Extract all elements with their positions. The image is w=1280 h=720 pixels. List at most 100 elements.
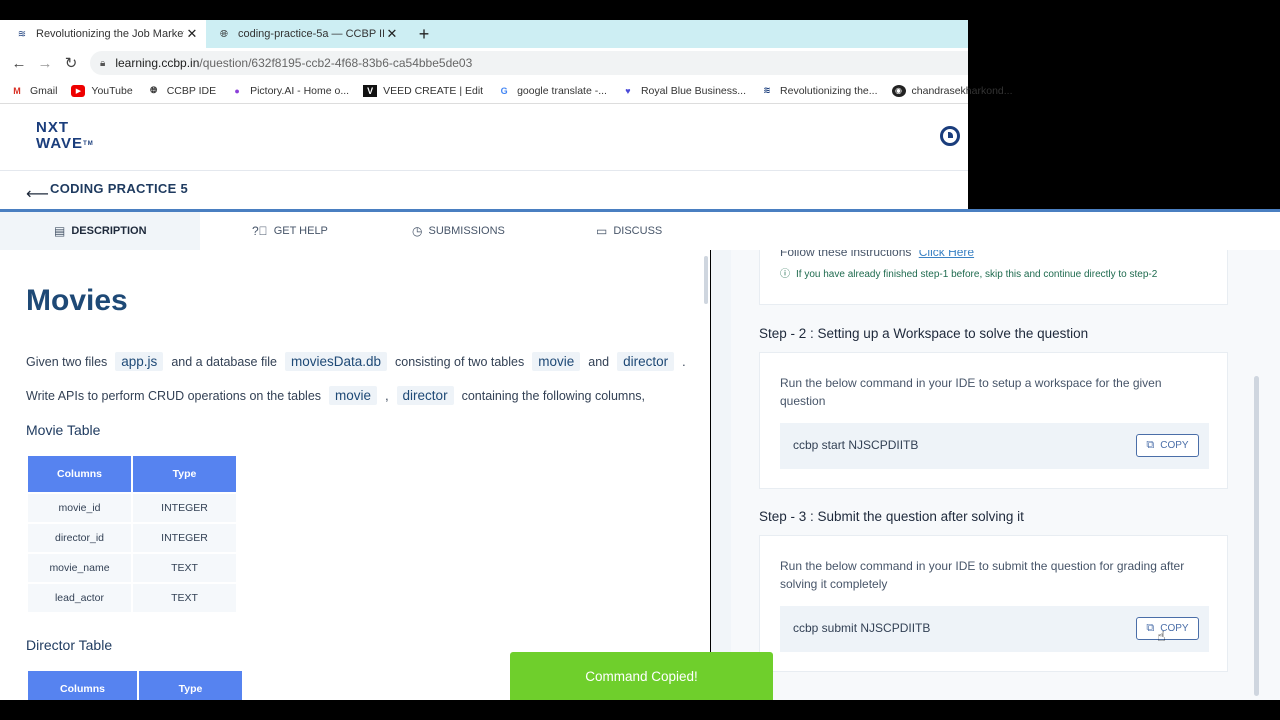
bookmark-ccbp-ide[interactable]: 🌐︎ CCBP IDE — [147, 85, 216, 97]
description-paragraph-1: Given two files app.js and a database fi… — [26, 352, 686, 371]
copy-button[interactable]: ⧉ COPY — [1136, 434, 1199, 457]
problem-title: Movies — [26, 284, 128, 317]
close-tab-icon[interactable]: ✕ — [184, 26, 200, 42]
shield-icon: ♥ — [625, 85, 631, 96]
step2-command: ccbp start NJSCPDIITB — [793, 438, 919, 452]
reload-icon[interactable]: ↻ — [58, 54, 84, 72]
step3-command-box: ccbp submit NJSCPDIITB ⧉ COPY — [780, 606, 1209, 652]
tab-label: DISCUSS — [613, 225, 663, 237]
globe-icon: 🌐︎ — [150, 85, 158, 95]
description-icon: ▤ — [54, 224, 66, 238]
clock-icon: ◷ — [412, 224, 423, 238]
url-field[interactable]: 🔒︎ learning.ccbp.in /question/632f8195-c… — [90, 51, 968, 75]
description-paragraph-2: Write APIs to perform CRUD operations on… — [26, 386, 645, 405]
table-row: movie_id INTEGER — [28, 494, 236, 522]
table-header: Type — [139, 671, 242, 700]
text: and a database file — [171, 354, 277, 369]
github-icon: ◉ — [891, 84, 906, 97]
bookmark-github[interactable]: ◉ chandrasekharkond... — [891, 84, 1013, 97]
table-cell: director_id — [28, 524, 131, 552]
tab-description[interactable]: ▤ DESCRIPTION — [0, 212, 200, 250]
follow-instructions: Follow these instructions Click Here — [780, 250, 974, 261]
bookmark-veed[interactable]: V VEED CREATE | Edit — [363, 84, 483, 97]
url-path: /question/632f8195-ccb2-4f68-83b6-ca54bb… — [199, 56, 473, 70]
text: and — [588, 354, 610, 369]
bookmark-youtube[interactable]: ▶ YouTube — [71, 84, 133, 97]
problem-tabs: ▤ DESCRIPTION ?⃝ GET HELP ◷ SUBMISSIONS … — [0, 212, 1280, 250]
practice-title: CODING PRACTICE 5 — [50, 181, 189, 196]
tab-discuss[interactable]: ▭ DISCUSS — [596, 212, 662, 250]
text: , — [385, 388, 389, 403]
description-pane: Movies Given two files app.js and a data… — [0, 250, 710, 700]
step2-description: Run the below command in your IDE to set… — [780, 376, 1162, 408]
table-row: director_id INTEGER — [28, 524, 236, 552]
copy-label: COPY — [1160, 440, 1189, 451]
help-icon: ?⃝ — [252, 224, 268, 238]
director-table: Columns Type — [26, 669, 244, 700]
bookmark-royal-blue[interactable]: ♥ Royal Blue Business... — [621, 85, 746, 97]
chat-icon: ▭ — [596, 224, 608, 238]
bookmark-label: Revolutionizing the... — [780, 84, 878, 97]
note: ⓘ If you have already finished step-1 bef… — [780, 266, 1157, 284]
nxtwave-logo[interactable]: NXT WAVETM — [36, 120, 94, 152]
movie-table: Columns Type movie_id INTEGER director_i… — [26, 454, 238, 614]
left-scrollbar[interactable] — [704, 256, 708, 304]
back-icon[interactable]: ← — [6, 55, 32, 72]
tab-strip: ≋ Revolutionizing the Job Market | ✕ 🌐︎ … — [0, 20, 968, 48]
tab-label: SUBMISSIONS — [428, 225, 505, 237]
tab-get-help[interactable]: ?⃝ GET HELP — [252, 212, 328, 250]
bookmark-label: Pictory.AI - Home o... — [250, 84, 350, 97]
forward-icon[interactable]: → — [32, 55, 58, 72]
text: consisting of two tables — [395, 354, 525, 369]
text: containing the following columns, — [461, 388, 646, 403]
right-scrollbar[interactable] — [1254, 376, 1259, 696]
inline-code: movie — [532, 352, 581, 371]
table-row: lead_actor TEXT — [28, 584, 236, 612]
timer-icon[interactable] — [940, 126, 960, 146]
table-row: movie_name TEXT — [28, 554, 236, 582]
bookmark-revolutionizing[interactable]: ≋ Revolutionizing the... — [760, 85, 877, 97]
browser-tab-inactive[interactable]: 🌐︎ coding-practice-5a — CCBP IDE ✕ — [208, 20, 406, 48]
youtube-icon: ▶ — [71, 84, 86, 97]
table-cell: TEXT — [133, 554, 236, 582]
logo-line2: WAVE — [36, 135, 84, 152]
instructions-pane: Follow these instructions Click Here ⓘ If… — [731, 250, 1280, 700]
browser-tab-active[interactable]: ≋ Revolutionizing the Job Market | ✕ — [0, 20, 206, 48]
table-cell: movie_name — [28, 554, 131, 582]
app-header: NXT WAVETM ⟵ CODING PRACTICE 5 — [0, 104, 968, 210]
text: Write APIs to perform CRUD operations on… — [26, 388, 322, 403]
url-host: learning.ccbp.in — [115, 56, 200, 70]
bookmark-label: google translate -... — [517, 84, 607, 97]
inline-code: app.js — [115, 352, 164, 371]
inline-code: moviesData.db — [284, 352, 387, 371]
copy-icon: ⧉ — [1146, 439, 1155, 451]
info-icon: ⓘ — [780, 269, 790, 280]
note-text: If you have already finished step-1 befo… — [796, 269, 1158, 280]
bookmark-label: CCBP IDE — [166, 84, 217, 97]
inline-code: director — [617, 352, 675, 371]
new-tab-button[interactable]: + — [414, 24, 434, 44]
copy-button[interactable]: ⧉ COPY — [1136, 617, 1199, 640]
step3-description: Run the below command in your IDE to sub… — [780, 559, 1185, 591]
bookmark-gmail[interactable]: M Gmail — [10, 85, 57, 97]
bookmark-google-translate[interactable]: Ggoogle translate -... — [497, 85, 607, 97]
table-cell: INTEGER — [133, 524, 236, 552]
tab-submissions[interactable]: ◷ SUBMISSIONS — [412, 212, 505, 250]
back-arrow-icon[interactable]: ⟵ — [26, 184, 49, 204]
bookmarks-bar: M Gmail ▶ YouTube 🌐︎ CCBP IDE ● Pictory.AI -… — [0, 78, 1013, 104]
pictory-icon: ● — [234, 85, 240, 96]
bookmark-label: chandrasekharkond... — [911, 84, 1013, 97]
click-here-link[interactable]: Click Here — [919, 250, 974, 259]
close-tab-icon[interactable]: ✕ — [384, 26, 400, 42]
nxtwave-favicon-icon: ≋ — [17, 28, 27, 40]
browser-chrome: ≋ Revolutionizing the Job Market | ✕ 🌐︎ … — [0, 20, 1013, 104]
step3-title: Step - 3 : Submit the question after sol… — [759, 509, 1024, 524]
bookmark-label: Gmail — [30, 84, 58, 97]
copy-icon: ⧉ — [1146, 622, 1155, 634]
bookmark-label: Royal Blue Business... — [640, 84, 747, 97]
bookmark-pictory[interactable]: ● Pictory.AI - Home o... — [230, 85, 349, 97]
step2-card: Run the below command in your IDE to set… — [759, 352, 1228, 489]
gmail-icon: M — [13, 85, 21, 96]
pane-divider[interactable] — [711, 250, 731, 700]
browser-tab-title: Revolutionizing the Job Market | — [36, 28, 184, 40]
